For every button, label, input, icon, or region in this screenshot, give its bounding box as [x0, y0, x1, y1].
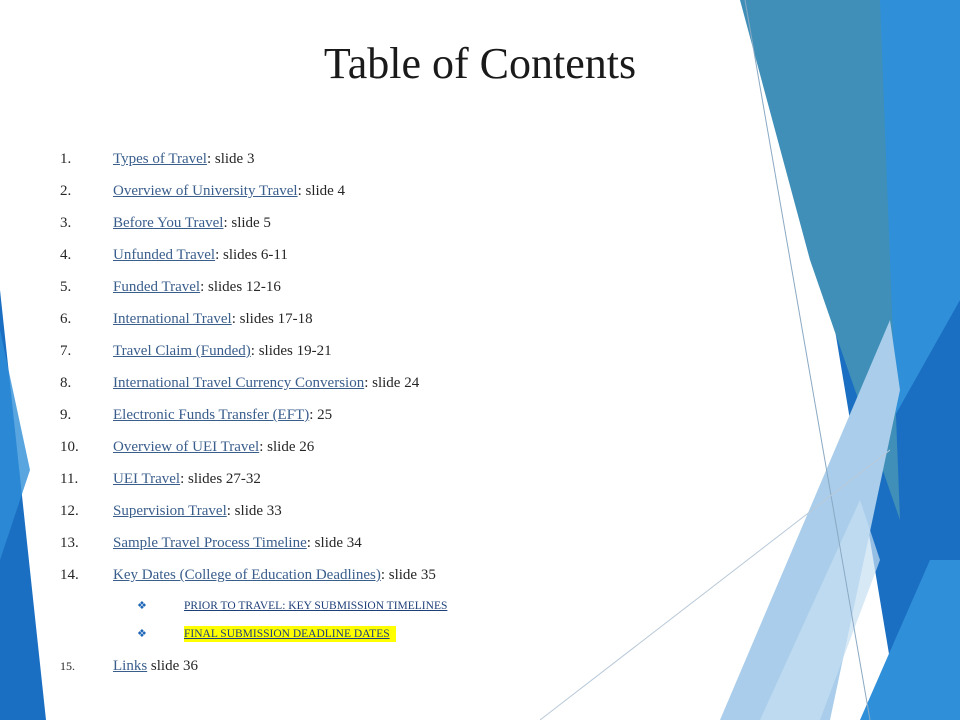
item-slide-ref: : slides 17-18	[231, 311, 313, 327]
item-number: 11.	[60, 471, 79, 487]
item-number: 14.	[60, 567, 79, 583]
item-number: 10.	[60, 439, 79, 455]
item-slide-ref: : slide 5	[223, 215, 271, 231]
item-number: 2.	[60, 183, 72, 199]
item-slide-ref: : slide 24	[364, 375, 420, 391]
toc-link-links[interactable]: Links	[113, 658, 147, 674]
diamond-bullet-icon: ❖	[137, 600, 147, 612]
toc-link-types-of-travel[interactable]: Types of Travel	[113, 151, 207, 167]
toc-link-overview-uei-travel[interactable]: Overview of UEI Travel	[113, 439, 259, 455]
toc-sublink-final-deadlines[interactable]: FINAL SUBMISSION DEADLINE DATES	[184, 626, 396, 642]
item-slide-ref: : slide 35	[380, 567, 436, 583]
toc-link-unfunded-travel[interactable]: Unfunded Travel	[113, 247, 215, 263]
item-slide-ref: : slides 27-32	[180, 471, 261, 487]
toc-link-sample-timeline[interactable]: Sample Travel Process Timeline	[113, 535, 307, 551]
item-slide-ref: : slide 3	[206, 151, 255, 167]
item-number: 9.	[60, 407, 72, 423]
toc-link-eft[interactable]: Electronic Funds Transfer (EFT)	[113, 407, 309, 423]
item-number: 12.	[60, 503, 79, 519]
item-number: 13.	[60, 535, 79, 551]
item-number: 1.	[60, 151, 72, 167]
toc-link-supervision-travel[interactable]: Supervision Travel	[113, 503, 227, 519]
toc-link-currency-conversion[interactable]: International Travel Currency Conversion	[113, 375, 364, 391]
item-number: 7.	[60, 343, 72, 359]
item-number: 5.	[60, 279, 72, 295]
item-slide-ref: : slides 12-16	[200, 279, 281, 295]
item-slide-ref: : 25	[309, 407, 333, 423]
item-number: 8.	[60, 375, 72, 391]
toc-link-funded-travel[interactable]: Funded Travel	[113, 279, 200, 295]
item-number: 3.	[60, 215, 72, 231]
diamond-bullet-icon: ❖	[137, 628, 147, 640]
toc-link-key-dates[interactable]: Key Dates (College of Education Deadline…	[113, 567, 381, 583]
item-number: 4.	[60, 247, 72, 263]
toc-link-overview-university-travel[interactable]: Overview of University Travel	[113, 183, 298, 199]
toc-sublink-prior-to-travel[interactable]: PRIOR TO TRAVEL: KEY SUBMISSION TIMELINE…	[184, 598, 447, 614]
toc-link-uei-travel[interactable]: UEI Travel	[113, 471, 180, 487]
item-slide-ref: : slide 4	[297, 183, 346, 199]
item-slide-ref: slide 36	[147, 658, 199, 674]
toc-link-before-you-travel[interactable]: Before You Travel	[113, 215, 223, 231]
item-slide-ref: : slides 6-11	[215, 247, 288, 263]
toc-link-international-travel[interactable]: International Travel	[113, 311, 232, 327]
item-number: 6.	[60, 311, 72, 327]
item-slide-ref: : slides 19-21	[250, 343, 332, 359]
item-slide-ref: : slide 26	[259, 439, 315, 455]
toc-link-travel-claim-funded[interactable]: Travel Claim (Funded)	[113, 343, 251, 359]
table-of-contents: 1. Types of Travel: slide 3 2. Overview …	[0, 0, 960, 720]
item-number: 15.	[60, 659, 75, 673]
item-slide-ref: : slide 34	[306, 535, 362, 551]
item-slide-ref: : slide 33	[226, 503, 282, 519]
